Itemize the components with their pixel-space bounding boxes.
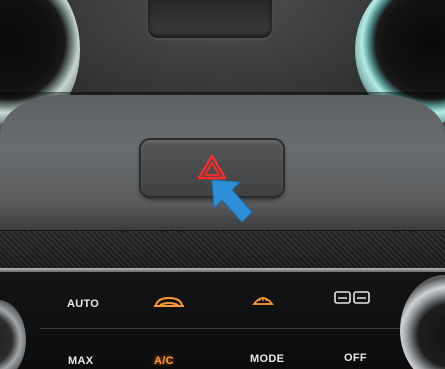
off-button[interactable]: OFF xyxy=(344,352,367,364)
front-defrost-icon[interactable] xyxy=(252,292,274,308)
ac-button[interactable]: A/C xyxy=(154,355,174,367)
climate-divider xyxy=(40,328,410,329)
mode-button[interactable]: MODE xyxy=(250,353,284,365)
arrow-pointer-icon xyxy=(211,179,253,223)
climate-control-panel xyxy=(0,272,445,369)
max-button[interactable]: MAX xyxy=(68,355,93,367)
carbon-fiber-trim xyxy=(0,230,445,273)
top-center-slot xyxy=(148,0,272,38)
auto-button[interactable]: AUTO xyxy=(67,298,99,310)
dashboard-photo: AUTO MAX A/C MODE OFF xyxy=(0,0,445,369)
rear-defrost-icon[interactable] xyxy=(333,290,371,306)
recirculation-icon[interactable] xyxy=(152,295,186,309)
